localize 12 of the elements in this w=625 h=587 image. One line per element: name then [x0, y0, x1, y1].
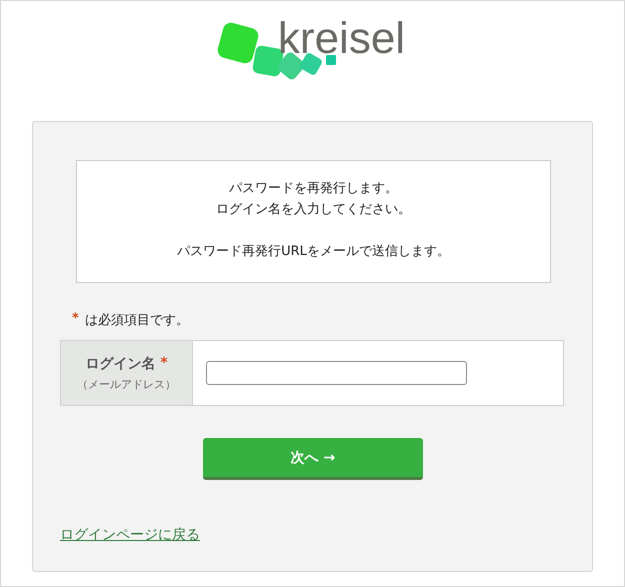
required-mark: *: [160, 354, 168, 372]
required-mark: *: [72, 311, 79, 328]
next-button[interactable]: 次へ →: [203, 438, 423, 480]
field-sublabel: （メールアドレス）: [77, 376, 176, 392]
field-label: ログイン名: [85, 354, 156, 372]
info-text: パスワードを再発行します。: [228, 180, 399, 198]
info-text: パスワード再発行URLをメールで送信します。: [176, 243, 451, 261]
required-note: は必須項目です。: [84, 312, 189, 329]
login-name-field[interactable]: [206, 361, 467, 385]
logo-text: kreisel: [278, 13, 406, 65]
back-to-login-link[interactable]: ログインページに戻る: [60, 526, 200, 544]
info-text: ログイン名を入力してください。: [215, 201, 412, 219]
